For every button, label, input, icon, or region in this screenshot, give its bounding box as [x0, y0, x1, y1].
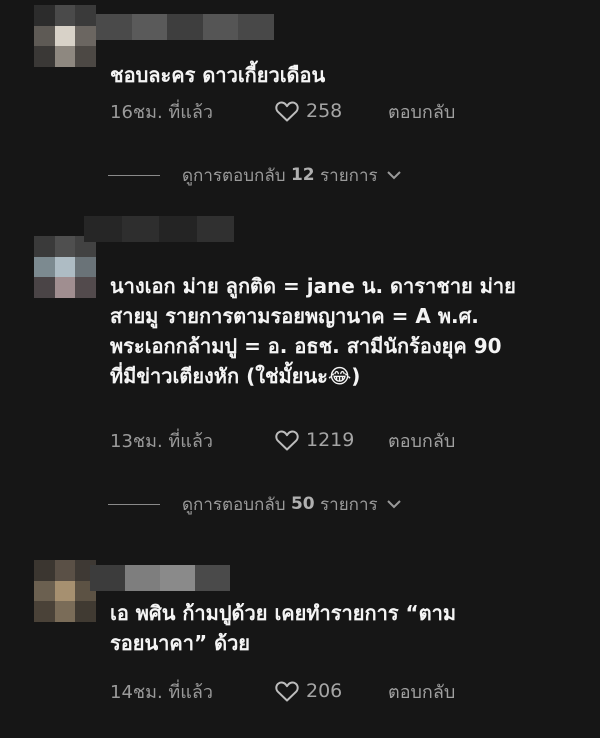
view-replies-count: 12	[290, 165, 315, 185]
like-button[interactable]: 258	[274, 99, 388, 123]
view-replies-prefix: ดูการตอบกลับ	[182, 165, 286, 186]
like-button[interactable]: 206	[274, 679, 388, 703]
reply-button[interactable]: ตอบกลับ	[388, 677, 455, 706]
comment-meta: 14ชม. ที่แล้ว 206 ตอบกลับ	[110, 676, 580, 706]
like-count: 258	[306, 100, 343, 122]
reply-button[interactable]: ตอบกลับ	[388, 97, 455, 126]
comment-time: 13ชม. ที่แล้ว	[110, 430, 214, 452]
username-blurred[interactable]	[84, 216, 234, 242]
comment-meta: 16ชม. ที่แล้ว 258 ตอบกลับ	[110, 96, 580, 126]
like-button[interactable]: 1219	[274, 428, 388, 452]
divider-line	[108, 503, 160, 505]
view-replies-suffix: รายการ	[320, 494, 378, 515]
comment-text: ชอบละคร ดาวเกี้ยวเดือน	[110, 63, 326, 87]
avatar[interactable]	[34, 560, 96, 622]
view-replies-count: 50	[290, 494, 315, 514]
chevron-down-icon	[386, 171, 401, 180]
view-replies-suffix: รายการ	[320, 165, 378, 186]
avatar[interactable]	[34, 236, 96, 298]
view-replies-toggle[interactable]: ดูการตอบกลับ 50 รายการ	[108, 490, 508, 518]
comment-text: เอ พศิน ก้ามปูด้วย เคยทำรายการ “ตาม รอยน…	[110, 601, 457, 655]
username-blurred[interactable]	[90, 565, 230, 591]
comment-meta: 13ชม. ที่แล้ว 1219 ตอบกลับ	[110, 425, 580, 455]
divider-line	[108, 174, 160, 176]
view-replies-prefix: ดูการตอบกลับ	[182, 494, 286, 515]
heart-outline-icon[interactable]	[274, 679, 300, 703]
like-count: 1219	[306, 429, 355, 451]
reply-button[interactable]: ตอบกลับ	[388, 426, 455, 455]
comment-time: 14ชม. ที่แล้ว	[110, 681, 214, 703]
comment-text: นางเอก ม่าย ลูกติด = jane น. ดาราชาย ม่า…	[110, 274, 516, 388]
heart-outline-icon[interactable]	[274, 99, 300, 123]
view-replies-toggle[interactable]: ดูการตอบกลับ 12 รายการ	[108, 161, 508, 189]
avatar[interactable]	[34, 5, 96, 67]
comment-time: 16ชม. ที่แล้ว	[110, 101, 214, 123]
username-blurred[interactable]	[96, 14, 274, 40]
heart-outline-icon[interactable]	[274, 428, 300, 452]
chevron-down-icon	[386, 500, 401, 509]
like-count: 206	[306, 680, 343, 702]
